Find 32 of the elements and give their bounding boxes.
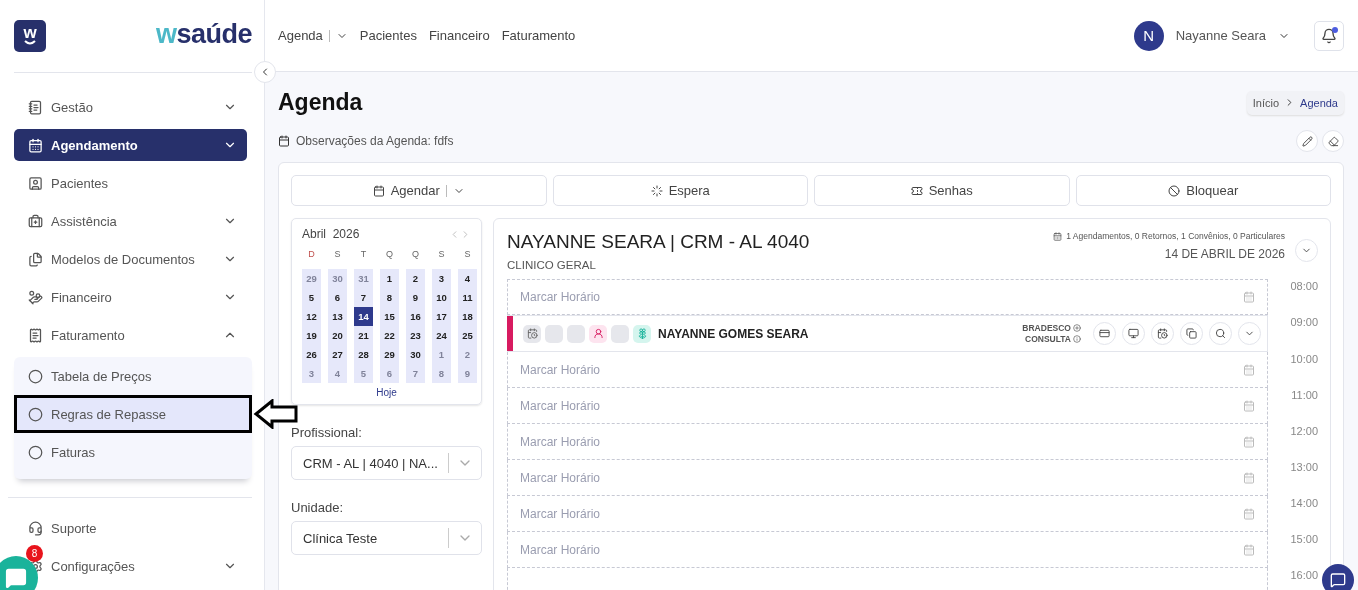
time-label: 10:00: [1289, 352, 1318, 367]
specialty-label: CLINICO GERAL: [507, 259, 597, 271]
field-label: Profissional:: [291, 425, 362, 440]
user-avatar: N: [1133, 20, 1164, 51]
month-label: Abril 2026: [302, 227, 360, 241]
patient-name: NAYANNE GOMES SEARA: [658, 326, 810, 341]
time-label: 11:00: [1290, 388, 1318, 403]
weekday-label: T: [359, 249, 368, 261]
schedule-date: 14 DE ABRIL DE 2026: [1163, 247, 1285, 261]
agenda-summary: 1 Agendamentos, 0 Retornos, 1 Convênios, 0 Particulares: [1066, 231, 1285, 241]
weekday-label: S: [463, 249, 472, 261]
weekday-label: S: [333, 249, 342, 261]
app-logo: w: [14, 20, 46, 52]
insurance-label: BRADESCO: [1022, 323, 1081, 333]
brand-logo: wsaúde: [155, 18, 252, 51]
doctor-name: NAYANNE SEARA | CRM - AL 4040: [507, 231, 810, 253]
time-label: 16:00: [1289, 568, 1318, 583]
field-label: Unidade:: [291, 500, 344, 515]
time-label: 09:00: [1289, 315, 1318, 330]
agenda-notes: Observações da Agenda: fdfs: [296, 134, 454, 148]
notification-badge: 8: [26, 545, 43, 562]
weekday-label: Q: [411, 249, 420, 261]
time-label: 14:00: [1289, 496, 1318, 511]
time-label: 13:00: [1289, 460, 1318, 475]
time-label: 15:00: [1289, 532, 1318, 547]
page-title: Agenda: [278, 89, 363, 116]
appointment-type: CONSULTA: [1025, 334, 1081, 344]
time-label: 12:00: [1289, 424, 1318, 439]
time-label: 08:00: [1289, 279, 1318, 294]
weekday-label: S: [437, 249, 446, 261]
weekday-label: D: [307, 249, 316, 261]
weekday-label: Q: [385, 249, 394, 261]
